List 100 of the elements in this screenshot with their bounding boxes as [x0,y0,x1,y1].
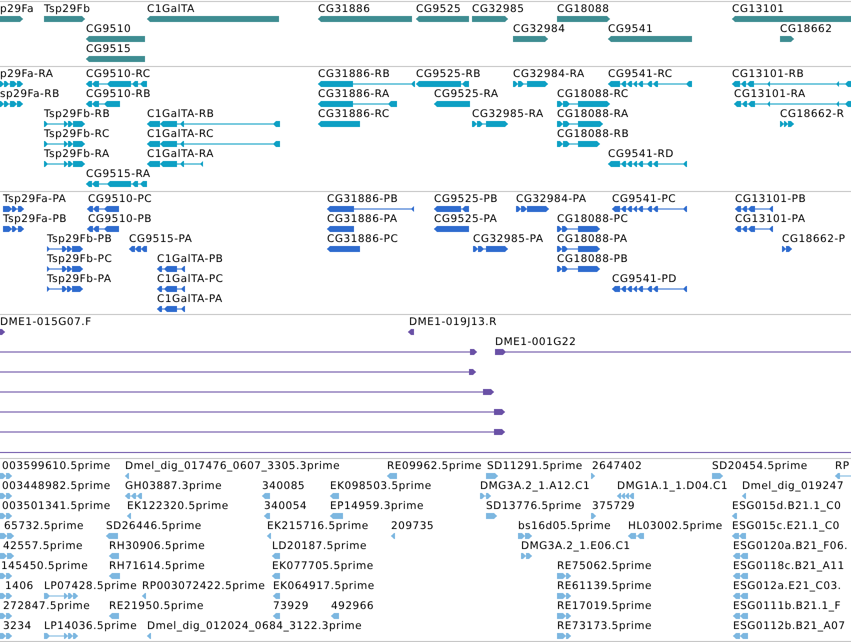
transcript-feature[interactable] [147,141,280,147]
transcript-feature[interactable] [44,161,85,167]
transcript-feature[interactable] [0,101,23,107]
gene-feature[interactable] [416,16,469,22]
protein-feature[interactable] [47,286,83,292]
gene-feature[interactable] [86,36,145,42]
est-feature[interactable] [518,533,532,539]
est-feature[interactable] [617,493,634,499]
est-feature[interactable] [628,533,644,539]
clone-feature[interactable] [408,329,414,335]
est-feature[interactable] [732,513,737,519]
est-feature[interactable] [109,553,119,559]
protein-feature[interactable] [434,206,469,212]
transcript-feature[interactable] [434,101,470,107]
transcript-feature[interactable] [86,81,147,87]
est-feature[interactable] [44,593,78,599]
gene-feature[interactable] [44,16,85,22]
est-feature[interactable] [732,533,746,539]
est-feature[interactable] [557,633,571,639]
est-feature[interactable] [44,633,78,639]
est-feature[interactable] [742,493,746,499]
est-feature[interactable] [391,533,395,539]
protein-feature[interactable] [3,206,24,212]
transcript-feature[interactable] [147,121,280,127]
protein-feature[interactable] [735,206,773,212]
est-feature[interactable] [330,493,339,499]
protein-feature[interactable] [3,226,24,232]
clone-feature[interactable] [0,349,477,355]
est-feature[interactable] [106,533,118,539]
est-feature[interactable] [0,493,12,499]
transcript-feature[interactable] [780,121,794,127]
est-feature[interactable] [733,593,748,599]
protein-feature[interactable] [557,246,600,252]
est-feature[interactable] [0,533,14,539]
protein-feature[interactable] [47,266,83,272]
protein-feature[interactable] [157,266,185,272]
protein-feature[interactable] [157,306,185,312]
est-feature[interactable] [557,613,571,619]
est-feature[interactable] [272,553,280,559]
gene-feature[interactable] [86,56,145,62]
clone-feature[interactable] [495,349,851,355]
est-feature[interactable] [835,473,851,479]
transcript-feature[interactable] [318,121,360,127]
transcript-feature[interactable] [44,121,85,127]
est-feature[interactable] [733,573,748,579]
est-feature[interactable] [712,473,723,479]
transcript-feature[interactable] [86,101,120,107]
protein-feature[interactable] [735,226,773,232]
transcript-feature[interactable] [608,161,687,167]
protein-feature[interactable] [87,226,119,232]
transcript-feature[interactable] [734,101,851,107]
protein-feature[interactable] [434,226,469,232]
est-feature[interactable] [127,513,131,519]
est-feature[interactable] [0,553,14,559]
est-feature[interactable] [264,513,270,519]
transcript-feature[interactable] [44,141,85,147]
protein-feature[interactable] [557,226,600,232]
est-feature[interactable] [0,473,12,479]
est-feature[interactable] [521,553,532,559]
protein-feature[interactable] [157,286,185,292]
transcript-feature[interactable] [472,121,508,127]
est-feature[interactable] [330,513,343,519]
est-feature[interactable] [125,473,129,479]
gene-feature[interactable] [513,36,548,42]
est-feature[interactable] [733,613,748,619]
clone-feature[interactable] [0,409,505,415]
est-feature[interactable] [591,513,596,519]
est-feature[interactable] [109,613,119,619]
clone-feature[interactable] [0,369,476,375]
est-feature[interactable] [331,613,339,619]
transcript-feature[interactable] [557,141,600,147]
clone-feature[interactable] [0,429,505,435]
est-feature[interactable] [272,573,280,579]
est-feature[interactable] [109,573,120,579]
protein-feature[interactable] [129,246,147,252]
est-feature[interactable] [267,533,271,539]
est-feature[interactable] [273,613,280,619]
protein-feature[interactable] [327,226,354,232]
protein-feature[interactable] [87,206,119,212]
protein-feature[interactable] [612,206,687,212]
est-feature[interactable] [0,573,12,579]
est-feature[interactable] [262,493,270,499]
protein-feature[interactable] [782,246,792,252]
transcript-feature[interactable] [732,81,851,87]
protein-feature[interactable] [47,246,83,252]
protein-feature[interactable] [557,266,600,272]
clone-feature[interactable] [0,329,5,335]
est-feature[interactable] [557,573,571,579]
clone-feature[interactable] [0,389,494,395]
est-feature[interactable] [147,633,151,639]
est-feature[interactable] [0,593,12,599]
transcript-feature[interactable] [513,81,548,87]
transcript-feature[interactable] [0,81,23,87]
est-feature[interactable] [733,633,748,639]
est-feature[interactable] [480,493,491,499]
transcript-feature[interactable] [557,121,603,127]
transcript-feature[interactable] [318,101,397,107]
gene-feature[interactable] [557,16,610,22]
est-feature[interactable] [591,473,595,479]
est-feature[interactable] [125,493,142,499]
